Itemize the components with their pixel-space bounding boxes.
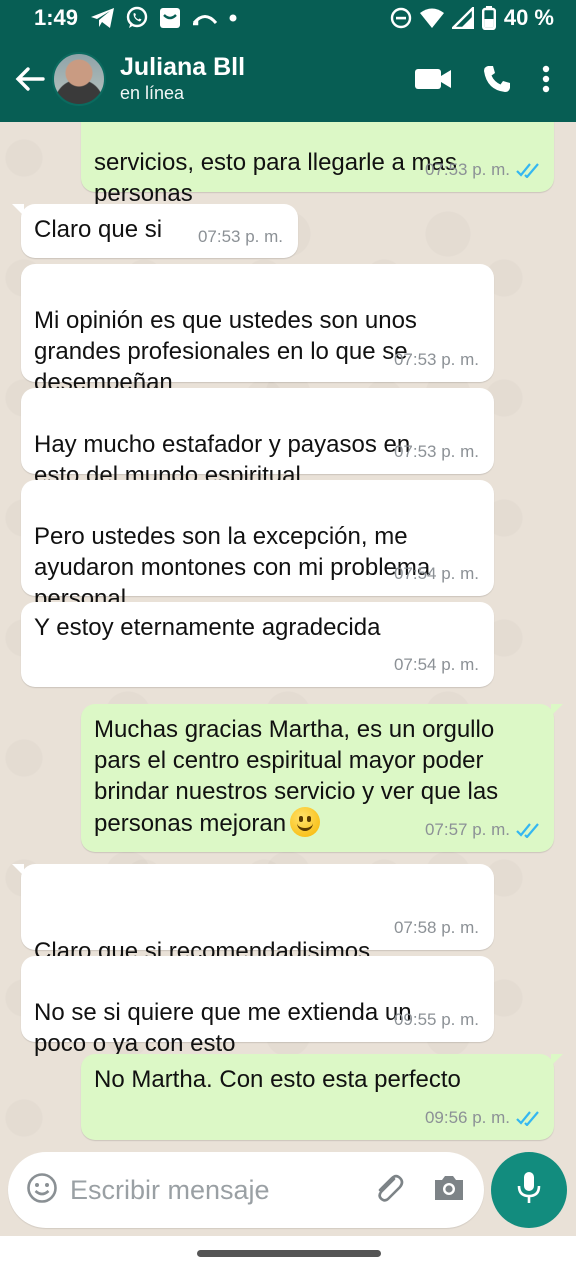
message-incoming[interactable]: Mi opinión es que ustedes son unos grand… bbox=[21, 264, 494, 396]
bubble-tail bbox=[551, 1054, 563, 1066]
battery-level: 40 % bbox=[503, 5, 554, 30]
system-nav-bar bbox=[0, 1236, 576, 1280]
camera-icon[interactable] bbox=[432, 1173, 466, 1208]
voice-record-button[interactable] bbox=[491, 1152, 567, 1228]
message-list[interactable]: servicios, esto para llegarle a mas pers… bbox=[0, 122, 576, 1142]
notification-dot-icon bbox=[228, 13, 238, 23]
double-check-read-icon bbox=[516, 822, 540, 838]
contact-avatar[interactable] bbox=[52, 52, 106, 106]
more-options-icon[interactable] bbox=[542, 65, 550, 93]
message-incoming[interactable]: Y estoy eternamente agradecida 07:54 p. … bbox=[21, 602, 494, 687]
whatsapp-icon bbox=[125, 6, 149, 30]
chat-header: Juliana Bll en línea bbox=[0, 36, 576, 122]
double-check-read-icon bbox=[516, 162, 540, 178]
message-text: No Martha. Con esto esta perfecto bbox=[94, 1066, 461, 1093]
message-outgoing[interactable]: No Martha. Con esto esta perfecto 09:56 … bbox=[81, 1054, 563, 1140]
message-time: 07:53 p. m. bbox=[393, 350, 479, 369]
bubble-tail bbox=[12, 204, 24, 216]
message-incoming[interactable]: Claro que si 07:53 p. m. bbox=[12, 204, 298, 258]
message-time: 09:56 p. m. bbox=[424, 1108, 510, 1127]
message-outgoing[interactable]: servicios, esto para llegarle a mas pers… bbox=[81, 122, 554, 207]
message-incoming[interactable]: No se si quiere que me extienda un poco … bbox=[21, 956, 494, 1057]
wifi-icon bbox=[419, 8, 444, 28]
message-composer bbox=[8, 1152, 484, 1228]
status-bar: 1:49 40 % bbox=[0, 0, 576, 36]
message-time: 09:55 p. m. bbox=[393, 1010, 479, 1029]
back-arrow-icon[interactable] bbox=[10, 66, 50, 92]
emoji-icon[interactable] bbox=[26, 1172, 58, 1209]
microphone-icon bbox=[516, 1171, 542, 1210]
message-text: No se si quiere que me extienda un poco … bbox=[34, 999, 412, 1057]
contact-name: Juliana Bll bbox=[120, 53, 246, 81]
message-text: Pero ustedes son la excepción, me ayudar… bbox=[34, 523, 431, 612]
missed-call-icon bbox=[191, 8, 219, 28]
contact-presence: en línea bbox=[120, 83, 185, 103]
message-text: servicios, esto para llegarle a mas pers… bbox=[94, 149, 457, 207]
bubble-tail bbox=[12, 864, 24, 876]
home-gesture-handle[interactable] bbox=[197, 1250, 381, 1257]
double-check-read-icon bbox=[516, 1110, 540, 1126]
contact-info[interactable]: Juliana Bll en línea bbox=[120, 53, 245, 105]
message-incoming[interactable]: Hay mucho estafador y payasos en esto de… bbox=[21, 388, 494, 489]
telegram-icon bbox=[90, 7, 116, 29]
signal-icon bbox=[451, 7, 474, 29]
message-incoming[interactable]: Claro que si recomendadisimos Maestro 07… bbox=[12, 864, 494, 996]
voice-call-icon[interactable] bbox=[482, 64, 512, 94]
message-time: 07:53 p. m. bbox=[197, 227, 283, 246]
video-call-icon[interactable] bbox=[414, 67, 452, 91]
message-text: Mi opinión es que ustedes son unos grand… bbox=[34, 307, 417, 396]
status-time: 1:49 bbox=[34, 5, 79, 30]
slightly-smiling-face-icon bbox=[290, 807, 321, 837]
message-text: Claro que si bbox=[34, 216, 163, 243]
message-time: 07:54 p. m. bbox=[393, 564, 479, 583]
message-time: 07:53 p. m. bbox=[393, 442, 479, 461]
battery-icon bbox=[481, 6, 496, 30]
bubble-tail bbox=[551, 704, 563, 716]
mail-icon bbox=[158, 6, 182, 30]
message-time: 07:54 p. m. bbox=[393, 655, 479, 674]
message-incoming[interactable]: Pero ustedes son la excepción, me ayudar… bbox=[21, 480, 494, 612]
message-time: 07:58 p. m. bbox=[393, 918, 479, 937]
message-time: 07:53 p. m. bbox=[424, 160, 510, 179]
message-time: 07:57 p. m. bbox=[424, 820, 510, 839]
message-text: Y estoy eternamente agradecida bbox=[34, 614, 381, 641]
attach-icon[interactable] bbox=[372, 1171, 406, 1210]
do-not-disturb-icon bbox=[390, 7, 412, 29]
message-input[interactable] bbox=[70, 1174, 360, 1206]
message-outgoing[interactable]: Muchas gracias Martha, es un orgullo par… bbox=[81, 704, 563, 852]
